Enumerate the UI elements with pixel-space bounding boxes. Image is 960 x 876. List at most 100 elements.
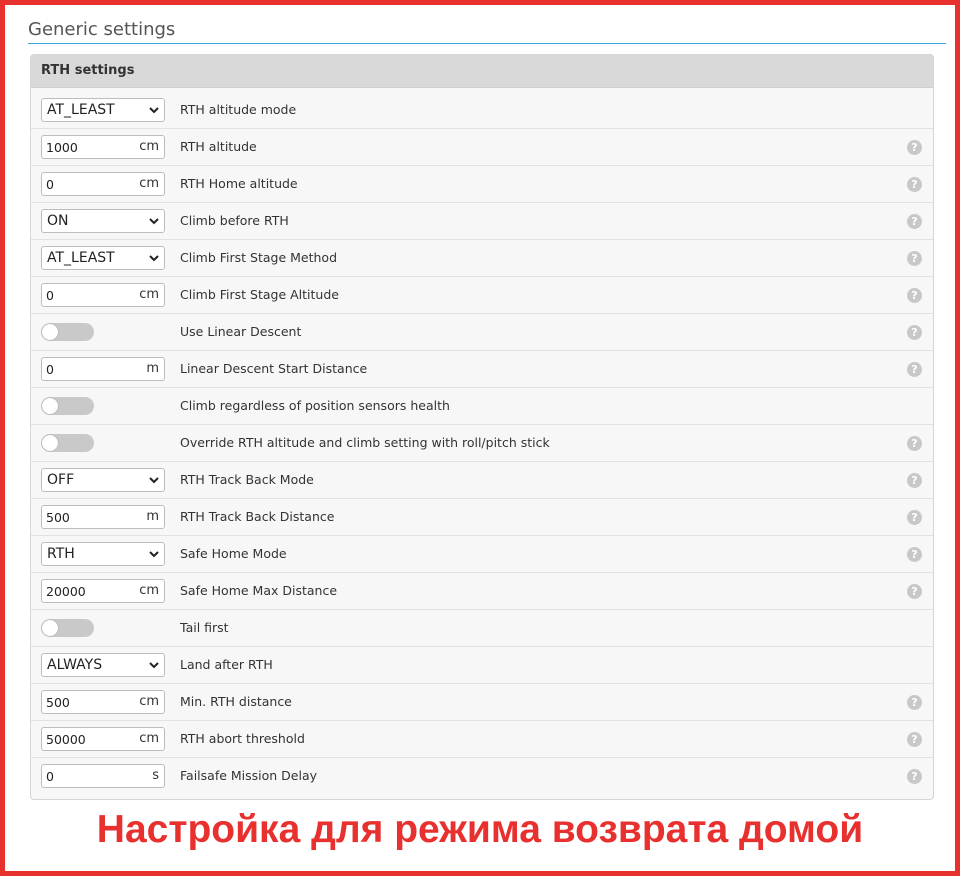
rth-track-back-distance-input[interactable]: 500 m [41,505,165,529]
select-value: AT_LEAST [47,250,115,266]
setting-row-land-after-rth: ALWAYS Land after RTH [31,647,933,684]
setting-row-use-linear-descent: Use Linear Descent? [31,314,933,351]
select-value: AT_LEAST [47,102,115,118]
rth-track-back-mode-select[interactable]: OFF [41,468,165,492]
input-value: 0 [46,288,54,303]
setting-label: Climb before RTH [180,213,289,228]
setting-row-rth-track-back-mode: OFF RTH Track Back Mode? [31,462,933,499]
rth-home-altitude-input[interactable]: 0 cm [41,172,165,196]
setting-label: Tail first [180,620,229,635]
setting-row-climb-before-rth: ON Climb before RTH? [31,203,933,240]
input-value: 20000 [46,584,86,599]
setting-row-climb-first-stage-method: AT_LEAST Climb First Stage Method? [31,240,933,277]
help-icon[interactable]: ? [907,732,922,747]
land-after-rth-select[interactable]: ALWAYS [41,653,165,677]
chevron-down-icon [149,255,159,262]
setting-label: RTH altitude mode [180,102,297,117]
toggle-knob [42,324,58,340]
setting-row-rth-track-back-distance: 500 m RTH Track Back Distance? [31,499,933,536]
min-rth-distance-input[interactable]: 500 cm [41,690,165,714]
unit-label: m [146,361,159,376]
safe-home-mode-select[interactable]: RTH [41,542,165,566]
chevron-down-icon [149,218,159,225]
climb-first-stage-altitude-input[interactable]: 0 cm [41,283,165,307]
unit-label: cm [139,731,159,746]
override-rth-altitude-and-climb-setting-with-roll-pitch-stick-toggle[interactable] [41,434,94,452]
safe-home-max-distance-input[interactable]: 20000 cm [41,579,165,603]
settings-list: AT_LEAST RTH altitude mode 1000 cm RTH a… [31,92,933,795]
setting-label: RTH abort threshold [180,731,305,746]
chevron-down-icon [149,477,159,484]
setting-label: Override RTH altitude and climb setting … [180,435,550,450]
setting-label: Climb First Stage Method [180,250,338,265]
rth-abort-threshold-input[interactable]: 50000 cm [41,727,165,751]
unit-label: m [146,509,159,524]
select-value: OFF [47,472,75,488]
help-icon[interactable]: ? [907,584,922,599]
help-icon[interactable]: ? [907,362,922,377]
unit-label: cm [139,583,159,598]
setting-label: Linear Descent Start Distance [180,361,368,376]
toggle-knob [42,398,58,414]
select-value: RTH [47,546,75,562]
setting-label: RTH Track Back Distance [180,509,335,524]
toggle-knob [42,435,58,451]
toggle-knob [42,620,58,636]
setting-label: Land after RTH [180,657,273,672]
help-icon[interactable]: ? [907,510,922,525]
setting-label: Min. RTH distance [180,694,292,709]
rth-altitude-input[interactable]: 1000 cm [41,135,165,159]
help-icon[interactable]: ? [907,251,922,266]
climb-first-stage-method-select[interactable]: AT_LEAST [41,246,165,270]
linear-descent-start-distance-input[interactable]: 0 m [41,357,165,381]
input-value: 500 [46,695,70,710]
help-icon[interactable]: ? [907,436,922,451]
help-icon[interactable]: ? [907,769,922,784]
setting-label: Safe Home Mode [180,546,287,561]
setting-row-rth-home-altitude: 0 cm RTH Home altitude? [31,166,933,203]
input-value: 0 [46,362,54,377]
setting-row-safe-home-max-distance: 20000 cm Safe Home Max Distance? [31,573,933,610]
unit-label: cm [139,176,159,191]
setting-row-climb-regardless-of-position-sensors-health: Climb regardless of position sensors hea… [31,388,933,425]
setting-row-rth-altitude: 1000 cm RTH altitude? [31,129,933,166]
setting-row-min-rth-distance: 500 cm Min. RTH distance? [31,684,933,721]
unit-label: s [152,768,159,783]
chevron-down-icon [149,107,159,114]
help-icon[interactable]: ? [907,695,922,710]
rth-altitude-mode-select[interactable]: AT_LEAST [41,98,165,122]
select-value: ALWAYS [47,657,103,673]
chevron-down-icon [149,662,159,669]
setting-row-safe-home-mode: RTH Safe Home Mode? [31,536,933,573]
setting-label: Failsafe Mission Delay [180,768,318,783]
setting-label: Use Linear Descent [180,324,302,339]
help-icon[interactable]: ? [907,547,922,562]
failsafe-mission-delay-input[interactable]: 0 s [41,764,165,788]
help-icon[interactable]: ? [907,177,922,192]
climb-before-rth-select[interactable]: ON [41,209,165,233]
setting-row-failsafe-mission-delay: 0 s Failsafe Mission Delay? [31,758,933,795]
section-divider [28,43,946,44]
input-value: 0 [46,177,54,192]
section-title: Generic settings [28,19,176,40]
tail-first-toggle[interactable] [41,619,94,637]
setting-row-tail-first: Tail first [31,610,933,647]
setting-label: Safe Home Max Distance [180,583,338,598]
setting-row-override-rth-altitude-and-climb-setting-with-roll-pitch-stick: Override RTH altitude and climb setting … [31,425,933,462]
use-linear-descent-toggle[interactable] [41,323,94,341]
panel-title: RTH settings [31,55,933,88]
setting-row-linear-descent-start-distance: 0 m Linear Descent Start Distance? [31,351,933,388]
setting-row-rth-abort-threshold: 50000 cm RTH abort threshold? [31,721,933,758]
climb-regardless-of-position-sensors-health-toggle[interactable] [41,397,94,415]
help-icon[interactable]: ? [907,325,922,340]
help-icon[interactable]: ? [907,288,922,303]
input-value: 1000 [46,140,78,155]
help-icon[interactable]: ? [907,473,922,488]
help-icon[interactable]: ? [907,214,922,229]
input-value: 500 [46,510,70,525]
setting-label: Climb regardless of position sensors hea… [180,398,450,413]
input-value: 50000 [46,732,86,747]
unit-label: cm [139,139,159,154]
help-icon[interactable]: ? [907,140,922,155]
input-value: 0 [46,769,54,784]
